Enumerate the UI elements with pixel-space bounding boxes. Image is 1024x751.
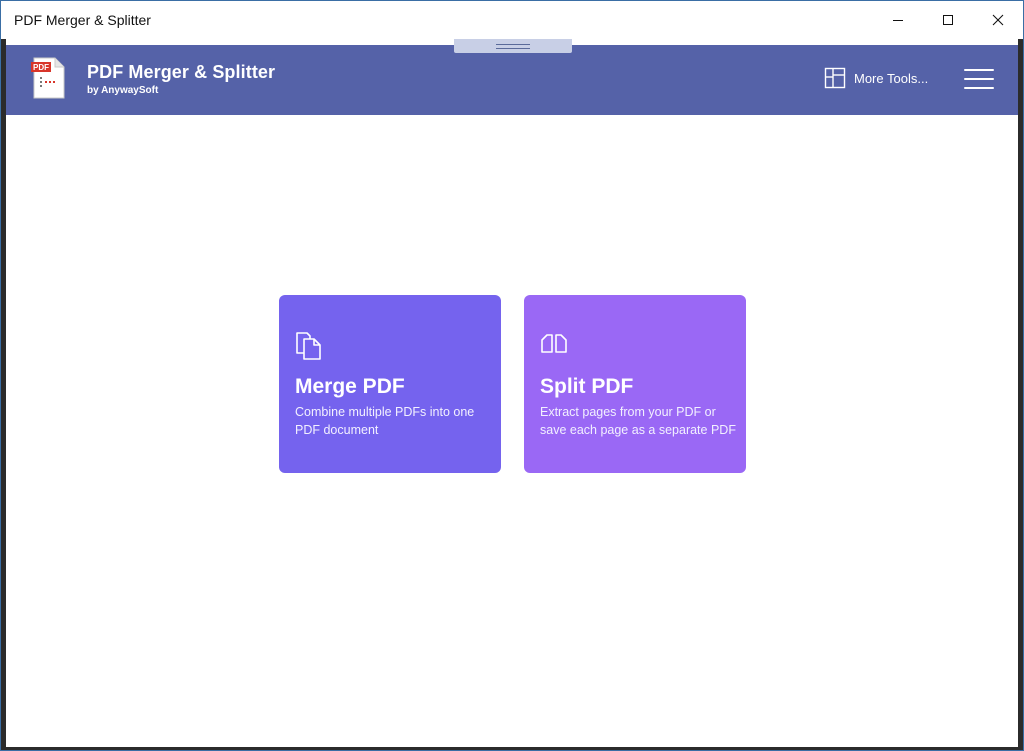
close-button[interactable] [973, 1, 1023, 39]
split-pdf-title: Split PDF [540, 375, 634, 398]
window-titlebar[interactable]: PDF Merger & Splitter [1, 1, 1023, 39]
merge-pdf-title: Merge PDF [295, 375, 405, 398]
maximize-icon [943, 15, 953, 25]
more-tools-button[interactable]: More Tools... [824, 67, 928, 89]
hamburger-menu-button[interactable] [963, 67, 995, 91]
minimize-icon [893, 20, 903, 21]
app-window: PDF Merger & Splitter PDF PDF Merger & S… [0, 0, 1024, 751]
app-logo-icon: PDF [31, 57, 65, 99]
window-controls [873, 1, 1023, 39]
app-header: PDF PDF Merger & Splitter by AnywaySoft … [6, 45, 1018, 115]
minimize-button[interactable] [873, 1, 923, 39]
more-tools-label: More Tools... [854, 70, 929, 86]
app-content: PDF PDF Merger & Splitter by AnywaySoft … [6, 39, 1018, 747]
app-name: PDF Merger & Splitter [87, 62, 276, 82]
hamburger-menu-icon [964, 69, 994, 71]
merge-pdf-card[interactable]: Merge PDF Combine multiple PDFs into one… [279, 295, 501, 473]
split-pages-icon [541, 334, 567, 353]
layout-grid-icon [824, 67, 846, 89]
split-pdf-card[interactable]: Split PDF Extract pages from your PDF or… [524, 295, 746, 473]
maximize-button[interactable] [923, 1, 973, 39]
close-icon [992, 14, 1004, 26]
grip-icon [496, 43, 530, 49]
logo-text: PDF [33, 63, 49, 72]
drag-handle[interactable] [454, 39, 572, 53]
app-byline: by AnywaySoft [87, 85, 159, 96]
window-title: PDF Merger & Splitter [14, 12, 151, 28]
split-pdf-description: Extract pages from your PDF or save each… [540, 405, 736, 437]
merge-pdf-description: Combine multiple PDFs into one PDF docum… [295, 405, 475, 437]
copy-pages-icon [296, 332, 321, 360]
